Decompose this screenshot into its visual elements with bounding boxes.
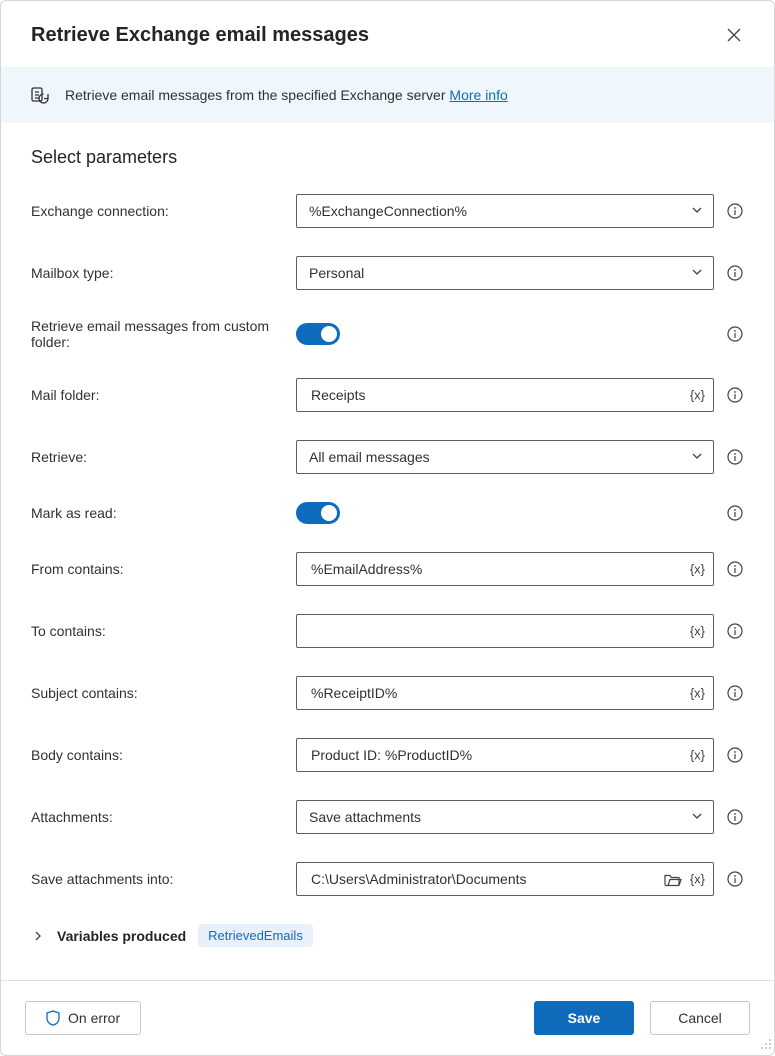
input-subject-contains-wrap: {x} [296, 676, 714, 710]
chevron-down-icon [691, 449, 703, 465]
input-to-contains-wrap: {x} [296, 614, 714, 648]
label-retrieve: Retrieve: [31, 449, 296, 465]
info-icon[interactable] [726, 448, 744, 466]
row-exchange-connection: Exchange connection: %ExchangeConnection… [31, 194, 744, 228]
toggle-knob [321, 326, 337, 342]
chevron-down-icon [691, 203, 703, 219]
chevron-down-icon [691, 265, 703, 281]
toggle-mark-as-read[interactable] [296, 502, 340, 524]
input-from-contains[interactable] [309, 560, 673, 578]
info-icon[interactable] [726, 386, 744, 404]
select-value: Save attachments [309, 809, 421, 825]
label-mailbox-type: Mailbox type: [31, 265, 296, 281]
label-subject-contains: Subject contains: [31, 685, 296, 701]
info-icon[interactable] [726, 560, 744, 578]
input-mail-folder[interactable] [309, 386, 673, 404]
input-to-contains[interactable] [309, 622, 673, 640]
label-mail-folder: Mail folder: [31, 387, 296, 403]
variable-picker-icon[interactable]: {x} [690, 748, 705, 763]
row-mailbox-type: Mailbox type: Personal [31, 256, 744, 290]
variable-picker-icon[interactable]: {x} [690, 686, 705, 701]
close-button[interactable] [718, 19, 750, 51]
content-area: Select parameters Exchange connection: %… [1, 123, 774, 980]
select-mailbox-type[interactable]: Personal [296, 256, 714, 290]
label-from-contains: From contains: [31, 561, 296, 577]
variables-produced-label: Variables produced [57, 928, 186, 944]
row-subject-contains: Subject contains: {x} [31, 676, 744, 710]
dialog-header: Retrieve Exchange email messages [1, 1, 774, 67]
variables-produced-row: Variables produced RetrievedEmails [31, 924, 744, 947]
label-body-contains: Body contains: [31, 747, 296, 763]
input-subject-contains[interactable] [309, 684, 673, 702]
info-icon[interactable] [726, 504, 744, 522]
more-info-link[interactable]: More info [449, 87, 507, 103]
select-exchange-connection[interactable]: %ExchangeConnection% [296, 194, 714, 228]
select-value: %ExchangeConnection% [309, 203, 467, 219]
info-icon[interactable] [726, 684, 744, 702]
input-save-into-wrap: {x} [296, 862, 714, 896]
info-icon[interactable] [726, 746, 744, 764]
action-icon [31, 85, 51, 105]
banner-description: Retrieve email messages from the specifi… [65, 87, 449, 103]
input-body-contains[interactable] [309, 746, 673, 764]
info-icon[interactable] [726, 202, 744, 220]
select-value: All email messages [309, 449, 430, 465]
row-attachments: Attachments: Save attachments [31, 800, 744, 834]
banner-text: Retrieve email messages from the specifi… [65, 87, 508, 103]
toggle-custom-folder[interactable] [296, 323, 340, 345]
info-icon[interactable] [726, 870, 744, 888]
folder-browse-icon[interactable] [664, 872, 682, 887]
shield-icon [46, 1010, 60, 1026]
footer-right: Save Cancel [534, 1001, 750, 1035]
cancel-label: Cancel [678, 1010, 722, 1026]
toggle-knob [321, 505, 337, 521]
label-attachments: Attachments: [31, 809, 296, 825]
expand-variables-button[interactable] [31, 931, 45, 941]
label-mark-as-read: Mark as read: [31, 505, 296, 521]
info-icon[interactable] [726, 325, 744, 343]
info-banner: Retrieve email messages from the specifi… [1, 67, 774, 123]
save-label: Save [568, 1010, 601, 1026]
close-icon [727, 28, 741, 42]
variable-chip[interactable]: RetrievedEmails [198, 924, 313, 947]
input-save-into[interactable] [309, 870, 643, 888]
save-button[interactable]: Save [534, 1001, 634, 1035]
row-mark-as-read: Mark as read: [31, 502, 744, 524]
input-body-contains-wrap: {x} [296, 738, 714, 772]
row-custom-folder: Retrieve email messages from custom fold… [31, 318, 744, 350]
section-title: Select parameters [31, 147, 744, 168]
info-icon[interactable] [726, 622, 744, 640]
on-error-button[interactable]: On error [25, 1001, 141, 1035]
label-to-contains: To contains: [31, 623, 296, 639]
row-from-contains: From contains: {x} [31, 552, 744, 586]
label-custom-folder: Retrieve email messages from custom fold… [31, 318, 296, 350]
variable-picker-icon[interactable]: {x} [690, 388, 705, 403]
dialog-footer: On error Save Cancel [1, 980, 774, 1055]
row-retrieve: Retrieve: All email messages [31, 440, 744, 474]
row-body-contains: Body contains: {x} [31, 738, 744, 772]
resize-grip-icon[interactable] [760, 1037, 772, 1053]
variable-picker-icon[interactable]: {x} [690, 872, 705, 887]
info-icon[interactable] [726, 808, 744, 826]
on-error-label: On error [68, 1010, 120, 1026]
select-retrieve[interactable]: All email messages [296, 440, 714, 474]
row-mail-folder: Mail folder: {x} [31, 378, 744, 412]
row-save-into: Save attachments into: {x} [31, 862, 744, 896]
input-from-contains-wrap: {x} [296, 552, 714, 586]
select-attachments[interactable]: Save attachments [296, 800, 714, 834]
cancel-button[interactable]: Cancel [650, 1001, 750, 1035]
row-to-contains: To contains: {x} [31, 614, 744, 648]
dialog-title: Retrieve Exchange email messages [31, 24, 369, 47]
variable-picker-icon[interactable]: {x} [690, 562, 705, 577]
label-save-into: Save attachments into: [31, 871, 296, 887]
select-value: Personal [309, 265, 364, 281]
input-mail-folder-wrap: {x} [296, 378, 714, 412]
variable-picker-icon[interactable]: {x} [690, 624, 705, 639]
chevron-down-icon [691, 809, 703, 825]
info-icon[interactable] [726, 264, 744, 282]
dialog: Retrieve Exchange email messages Retriev… [0, 0, 775, 1056]
chevron-right-icon [33, 931, 43, 941]
label-exchange-connection: Exchange connection: [31, 203, 296, 219]
